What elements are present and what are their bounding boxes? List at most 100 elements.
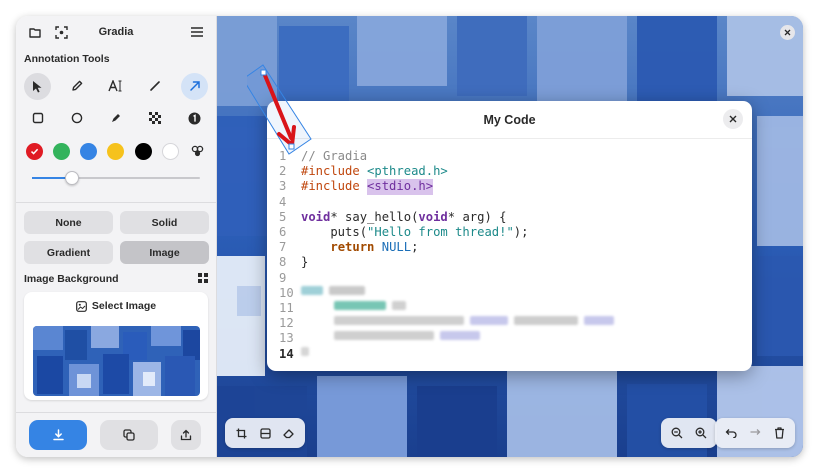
- grid-view-icon[interactable]: [198, 270, 208, 288]
- save-button[interactable]: [29, 420, 87, 450]
- select-image-button[interactable]: Select Image: [24, 292, 208, 320]
- line-number: 8: [279, 255, 287, 270]
- eraser-icon[interactable]: [279, 422, 299, 444]
- code-directive: #include: [301, 179, 360, 194]
- rectangle-tool-icon[interactable]: [24, 105, 51, 132]
- zoom-out-icon[interactable]: [667, 422, 687, 444]
- app-window: Gradia Annotation Tools None Solid Gradi…: [16, 16, 803, 457]
- custom-color-icon[interactable]: [189, 143, 206, 160]
- open-folder-icon[interactable]: [24, 21, 46, 43]
- code-constant: NULL: [381, 240, 412, 255]
- select-image-label: Select Image: [91, 300, 157, 312]
- color-white-swatch[interactable]: [161, 142, 179, 160]
- color-red-swatch[interactable]: [26, 142, 43, 160]
- delete-icon[interactable]: [769, 422, 789, 444]
- menu-icon[interactable]: [186, 21, 208, 43]
- editor-canvas[interactable]: My Code 1// Gradia 2 #include <pthread.h>…: [217, 16, 803, 457]
- line-number: 13: [279, 331, 294, 346]
- tool-row-2: [16, 102, 216, 134]
- crop-toolbar: [225, 418, 305, 448]
- zoom-toolbar: [661, 418, 717, 448]
- background-gradient-button[interactable]: Gradient: [24, 241, 113, 264]
- pixelated-code: [334, 316, 464, 326]
- share-button[interactable]: [171, 420, 201, 450]
- code-line: 12: [279, 316, 620, 331]
- code-keyword: return: [330, 240, 375, 255]
- highlighter-tool-icon[interactable]: [103, 105, 130, 132]
- background-none-button[interactable]: None: [24, 211, 113, 234]
- code-string: "Hello from thread!": [367, 225, 514, 240]
- number-stamp-tool-icon[interactable]: [181, 105, 208, 132]
- background-image-button[interactable]: Image: [120, 241, 209, 264]
- code-line: 3 #include <stdio.h>: [279, 179, 620, 195]
- line-number: 12: [279, 316, 294, 331]
- line-number: 5: [279, 209, 287, 224]
- code-editor: 1// Gradia 2 #include <pthread.h> 3 #inclu…: [279, 149, 620, 362]
- color-green-swatch[interactable]: [53, 142, 71, 160]
- image-background-label: Image Background: [24, 273, 119, 285]
- pixelated-code: [392, 301, 406, 311]
- circle-tool-icon[interactable]: [63, 105, 90, 132]
- pencil-tool-icon[interactable]: [63, 73, 90, 100]
- line-number-current: 14: [279, 346, 294, 361]
- arrow-annotation[interactable]: [247, 61, 347, 171]
- close-icon: [729, 115, 737, 123]
- zoom-in-icon[interactable]: [691, 422, 711, 444]
- sidebar-divider: [16, 202, 216, 203]
- code-window-close-button[interactable]: [723, 109, 743, 129]
- pixelated-code: [514, 316, 578, 326]
- code-line: 14: [279, 346, 620, 362]
- slider-knob[interactable]: [65, 171, 79, 185]
- image-background-header: Image Background: [16, 268, 216, 290]
- line-number: 11: [279, 301, 294, 316]
- share-icon: [180, 429, 192, 441]
- line-tool-icon[interactable]: [142, 73, 169, 100]
- close-window-button[interactable]: [780, 25, 795, 40]
- code-text: }: [301, 255, 309, 270]
- code-line: 8}: [279, 255, 620, 270]
- pixelated-code: [334, 331, 434, 341]
- line-number: 3: [279, 179, 287, 194]
- code-keyword: void: [418, 209, 448, 224]
- pixelated-code: [334, 301, 386, 311]
- annotation-tools-title: Annotation Tools: [24, 53, 110, 65]
- screenshot-icon[interactable]: [50, 21, 72, 43]
- pixelated-code: [584, 316, 614, 326]
- code-text: * arg) {: [447, 209, 507, 224]
- code-line: 13: [279, 331, 620, 346]
- background-solid-button[interactable]: Solid: [120, 211, 209, 234]
- sidebar: Gradia Annotation Tools None Solid Gradi…: [16, 16, 217, 457]
- undo-icon[interactable]: [721, 422, 741, 444]
- color-yellow-swatch[interactable]: [107, 142, 125, 160]
- pixelated-code: [301, 285, 323, 295]
- sidebar-action-bar: [16, 412, 216, 457]
- text-tool-icon[interactable]: [103, 73, 130, 100]
- crop-icon[interactable]: [231, 422, 251, 444]
- copy-button[interactable]: [100, 420, 158, 450]
- code-text: );: [513, 225, 529, 240]
- stroke-width-slider[interactable]: [32, 166, 200, 190]
- color-blue-swatch[interactable]: [80, 142, 98, 160]
- redo-icon[interactable]: [745, 422, 765, 444]
- background-image-thumbnail[interactable]: [33, 326, 200, 396]
- copy-icon: [123, 429, 135, 441]
- code-line: 9: [279, 271, 620, 286]
- background-type-selector: None Solid Gradient Image: [16, 211, 216, 264]
- code-line: 5 void * say_hello(void * arg) {: [279, 210, 620, 225]
- arrow-tool-icon[interactable]: [181, 72, 208, 100]
- header-bar: Gradia: [16, 16, 216, 48]
- pixelated-code: [470, 316, 508, 326]
- fit-icon[interactable]: [255, 422, 275, 444]
- pointer-tool-icon[interactable]: [24, 72, 51, 100]
- code-line: 6 puts("Hello from thread!");: [279, 225, 620, 240]
- pixelated-code: [329, 285, 365, 295]
- code-line: 11: [279, 301, 620, 316]
- pixelate-tool-icon[interactable]: [142, 105, 169, 132]
- code-header: <pthread.h>: [367, 164, 448, 179]
- code-line: 10: [279, 285, 620, 301]
- code-keyword: void: [301, 209, 331, 224]
- line-number: 6: [279, 225, 287, 240]
- color-black-swatch[interactable]: [134, 142, 152, 160]
- line-number: 10: [279, 285, 294, 300]
- code-header-highlighted: <stdio.h>: [367, 179, 434, 195]
